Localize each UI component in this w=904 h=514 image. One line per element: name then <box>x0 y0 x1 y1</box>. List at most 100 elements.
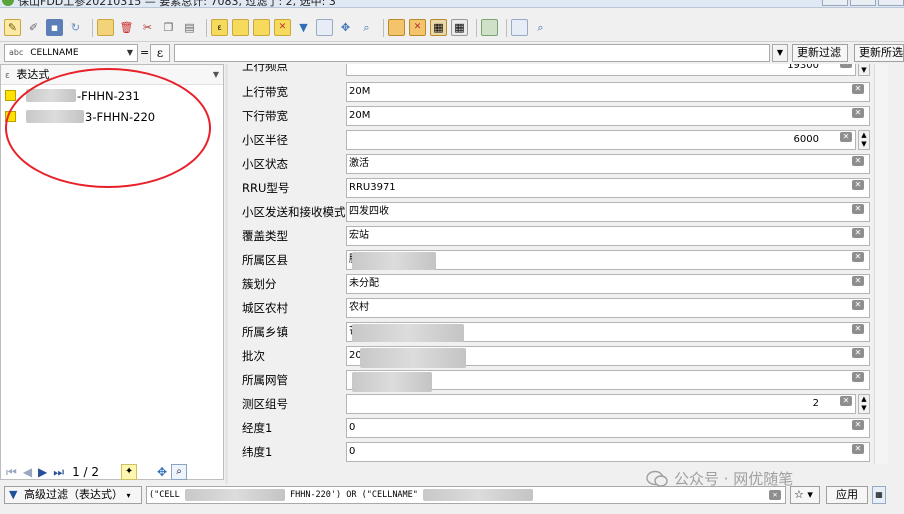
clear-icon[interactable]: ✕ <box>852 348 864 358</box>
dock-icon[interactable] <box>511 19 528 36</box>
spin-stepper[interactable]: ▲▼ <box>858 394 870 414</box>
update-selection-button[interactable]: 更新所选 <box>854 44 904 62</box>
previous-feature-icon[interactable]: ◀ <box>23 465 32 479</box>
clear-icon[interactable]: ✕ <box>852 420 864 430</box>
add-feature-icon[interactable] <box>97 19 114 36</box>
field-input[interactable]: 未分配 <box>346 274 870 294</box>
conditional-formatting-icon[interactable]: ▦ <box>451 19 468 36</box>
clear-icon[interactable]: ✕ <box>852 252 864 262</box>
qgis-logo-icon <box>2 0 14 6</box>
feature-list-item[interactable]: 3-FHHN-220 <box>1 106 223 127</box>
minimize-button[interactable] <box>822 0 848 6</box>
filter-mode-button[interactable]: ▼ 高级过滤（表达式） ▾ <box>4 486 142 504</box>
clear-icon[interactable]: ✕ <box>852 84 864 94</box>
select-all-icon[interactable] <box>232 19 249 36</box>
clear-icon[interactable]: ✕ <box>840 132 852 142</box>
redacted-text <box>352 324 464 342</box>
form-row: 小区发送和接收模式 四发四收 ✕ <box>228 200 904 224</box>
field-type-hint: abc <box>9 48 24 57</box>
field-input[interactable]: 0 <box>346 442 870 462</box>
zoom-icon[interactable]: ⌕ <box>171 464 188 480</box>
new-field-icon[interactable] <box>388 19 405 36</box>
expression-button[interactable]: ε <box>150 44 170 62</box>
spin-stepper[interactable]: ▲▼ <box>858 130 870 150</box>
cut-icon[interactable]: ✂ <box>139 19 156 36</box>
form-scrollbar[interactable] <box>874 64 888 464</box>
maximize-button[interactable] <box>850 0 876 6</box>
field-label: 下行带宽 <box>242 109 288 123</box>
update-filter-button[interactable]: 更新过滤 <box>792 44 848 62</box>
field-input[interactable]: 20M <box>346 82 870 102</box>
field-input[interactable]: 宏站 <box>346 226 870 246</box>
clear-icon[interactable]: ✕ <box>852 444 864 454</box>
field-input[interactable]: 激活 <box>346 154 870 174</box>
window-title-bar: 保山FDD工参20210315 — 要素总计: 7083, 过滤了: 2, 选中… <box>0 0 904 8</box>
paste-icon[interactable]: ▤ <box>181 19 198 36</box>
field-input[interactable]: 农村 <box>346 298 870 318</box>
field-input[interactable]: 四发四收 <box>346 202 870 222</box>
field-label: 小区状态 <box>242 157 288 171</box>
form-row: 所属乡镇 芒 ✕ <box>228 320 904 344</box>
spin-stepper[interactable]: ▲▼ <box>858 64 870 76</box>
field-input[interactable]: 2 <box>346 394 856 414</box>
clear-icon[interactable]: ✕ <box>852 204 864 214</box>
feature-label: -FHHN-231 <box>77 88 140 103</box>
feature-swatch-icon <box>5 90 16 101</box>
pan-to-icon[interactable]: ✥ <box>337 19 354 36</box>
clear-icon[interactable]: ✕ <box>840 64 852 68</box>
zoom-to-icon[interactable]: ⌕ <box>358 19 375 36</box>
redacted-text <box>352 372 432 392</box>
reload-icon[interactable]: ↻ <box>67 19 84 36</box>
clear-icon[interactable]: ✕ <box>852 228 864 238</box>
clear-icon[interactable]: ✕ <box>852 372 864 382</box>
first-feature-icon[interactable]: ⏮ <box>6 465 17 480</box>
filter-icon[interactable]: ▼ <box>295 19 312 36</box>
field-input[interactable]: 20M <box>346 106 870 126</box>
move-selection-top-icon[interactable] <box>316 19 333 36</box>
expression-tail: FHHN-220') OR ("CELLNAME" <box>289 490 418 500</box>
field-input[interactable]: 19300 <box>346 64 856 76</box>
favorite-expression-button[interactable]: ☆ ▾ <box>790 486 820 504</box>
filter-icon: ▼ <box>9 488 18 501</box>
apply-button[interactable]: 应用 <box>826 486 868 504</box>
field-input[interactable]: 0 <box>346 418 870 438</box>
next-feature-icon[interactable]: ▶ <box>38 465 47 479</box>
clear-icon[interactable]: ✕ <box>852 108 864 118</box>
filter-value-input[interactable] <box>174 44 770 62</box>
clear-icon[interactable]: ✕ <box>852 276 864 286</box>
field-input[interactable]: RRU3971 <box>346 178 870 198</box>
select-by-expression-icon[interactable]: ε <box>211 19 228 36</box>
table-view-icon[interactable]: ▦ <box>872 486 886 504</box>
watermark-text: 公众号 · 网优随笔 <box>674 470 794 488</box>
toggle-edit-icon[interactable]: ✐ <box>25 19 42 36</box>
save-icon[interactable]: ▪ <box>46 19 63 36</box>
field-label: 测区组号 <box>242 397 288 411</box>
redacted-text <box>26 89 76 102</box>
clear-icon[interactable]: ✕ <box>769 490 781 500</box>
close-button[interactable] <box>878 0 904 6</box>
pan-icon[interactable]: ✥ <box>157 465 167 479</box>
clear-icon[interactable]: ✕ <box>852 300 864 310</box>
delete-icon[interactable]: 🗑 <box>118 19 135 36</box>
clear-icon[interactable]: ✕ <box>852 180 864 190</box>
field-calculator-icon[interactable]: ▦ <box>430 19 447 36</box>
clear-icon[interactable]: ✕ <box>840 396 852 406</box>
deselect-icon[interactable]: ✕ <box>274 19 291 36</box>
field-input[interactable]: 6000 <box>346 130 856 150</box>
field-label: 批次 <box>242 349 265 363</box>
feature-list-item[interactable]: -FHHN-231 <box>1 85 223 106</box>
edit-pencil-icon[interactable]: ✎ <box>4 19 21 36</box>
invert-selection-icon[interactable] <box>253 19 270 36</box>
last-feature-icon[interactable]: ⏭ <box>53 465 64 480</box>
clear-icon[interactable]: ✕ <box>852 324 864 334</box>
clear-icon[interactable]: ✕ <box>852 156 864 166</box>
help-icon[interactable]: ⌕ <box>532 19 549 36</box>
expression-icon: ε <box>5 71 10 81</box>
chevron-down-icon[interactable]: ▼ <box>772 44 788 62</box>
feature-list-header[interactable]: ε 表达式 ▼ <box>1 65 223 85</box>
highlight-bulb-icon[interactable]: ✦ <box>121 464 138 480</box>
actions-icon[interactable] <box>481 19 498 36</box>
delete-field-icon[interactable]: ✕ <box>409 19 426 36</box>
copy-icon[interactable]: ❐ <box>160 19 177 36</box>
field-select[interactable]: abc CELLNAME ▼ <box>4 44 138 62</box>
